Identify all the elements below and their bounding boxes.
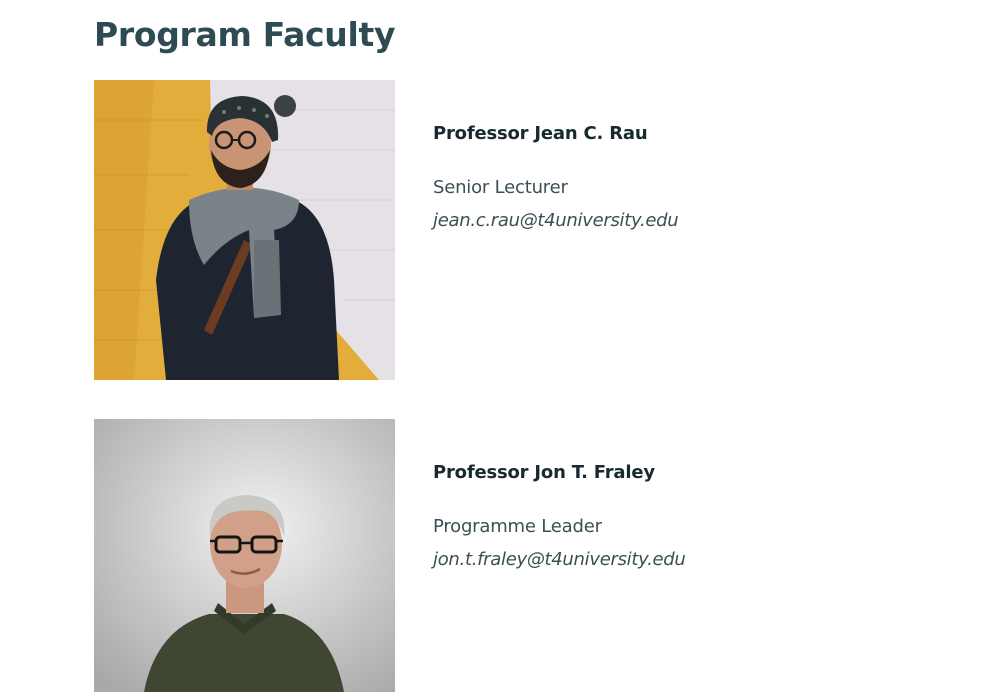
faculty-photo — [94, 419, 395, 692]
page-title: Program Faculty — [94, 15, 396, 54]
faculty-email-link[interactable]: jean.c.rau@t4university.edu — [433, 208, 873, 234]
faculty-card: Professor Jon T. Fraley Programme Leader… — [94, 419, 894, 692]
faculty-card: Professor Jean C. Rau Senior Lecturer je… — [94, 80, 894, 380]
faculty-photo — [94, 80, 395, 380]
faculty-role: Programme Leader — [433, 516, 602, 537]
faculty-role: Senior Lecturer — [433, 177, 568, 198]
faculty-info: Professor Jon T. Fraley Programme Leader… — [433, 460, 873, 573]
faculty-name: Professor Jon T. Fraley — [433, 462, 655, 483]
faculty-info: Professor Jean C. Rau Senior Lecturer je… — [433, 121, 873, 234]
faculty-email-link[interactable]: jon.t.fraley@t4university.edu — [433, 547, 873, 573]
faculty-name: Professor Jean C. Rau — [433, 123, 648, 144]
